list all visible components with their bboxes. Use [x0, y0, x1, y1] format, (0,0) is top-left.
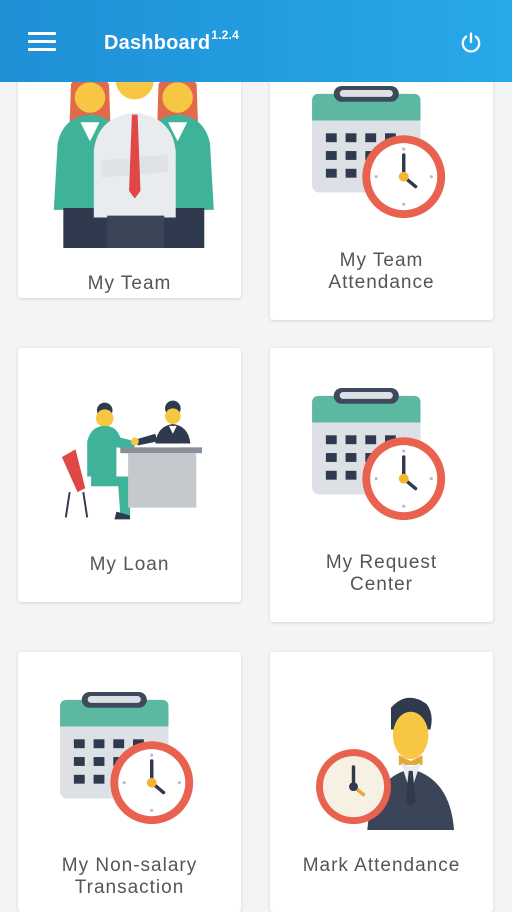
calendar-clock-icon	[60, 692, 194, 825]
card-label: My Loan	[89, 554, 170, 575]
calendar-clock-icon	[312, 388, 446, 521]
card-label: Mark Attendance	[302, 855, 461, 876]
power-icon[interactable]	[459, 31, 483, 55]
card-label-line-2: Attendance	[328, 272, 435, 293]
card-label-line-1: My Request	[325, 552, 438, 573]
calendar-clock-icon	[312, 86, 446, 219]
card-label-line-2: Center	[349, 574, 414, 595]
card-my-loan[interactable]: My Loan	[18, 348, 241, 602]
hamburger-menu-icon[interactable]	[28, 29, 58, 53]
app-header: Dashboard1.2.4	[0, 0, 512, 82]
card-my-team[interactable]: My Team	[18, 44, 241, 298]
card-label-line-1: My Non-salary	[61, 855, 198, 876]
card-label-line-1: My Team	[339, 250, 424, 271]
card-mark-attendance[interactable]: Mark Attendance	[270, 652, 493, 912]
card-my-request-center[interactable]: My Request Center	[270, 348, 493, 622]
card-label: My Team	[87, 273, 172, 294]
page-title: Dashboard1.2.4	[104, 28, 239, 55]
card-my-non-salary-transaction[interactable]: My Non-salary Transaction	[18, 652, 241, 912]
loan-meeting-icon	[61, 400, 203, 520]
card-my-team-attendance[interactable]: My Team Attendance	[270, 66, 493, 320]
attendance-clock-person-icon	[316, 697, 455, 830]
title-text: Dashboard	[104, 32, 211, 54]
card-label-line-2: Transaction	[74, 877, 185, 898]
version-badge: 1.2.4	[211, 28, 239, 42]
